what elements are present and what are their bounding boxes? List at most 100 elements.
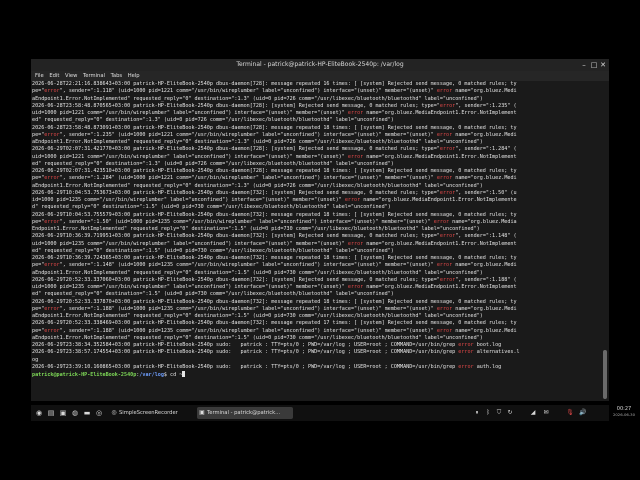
task-icon: ◎ xyxy=(111,409,117,416)
recorder-icon[interactable]: ◎ xyxy=(94,408,104,418)
update-icon[interactable]: ↻ xyxy=(505,408,515,418)
files-icon[interactable]: ▤ xyxy=(46,408,56,418)
terminal-text: name="org.bluez.MediaEndpoint1.Error.Not… xyxy=(363,240,517,247)
menu-help[interactable]: Help xyxy=(128,71,140,81)
terminal-text: 2026-06-29T23:39:10.160865+03:00 patrick… xyxy=(32,363,459,370)
terminal-text: name="org.bluez.Media xyxy=(449,218,517,225)
error-highlight: error xyxy=(436,131,453,138)
terminal-text: ed" requested_reply="0" destination=":1.… xyxy=(32,291,394,298)
menu-edit[interactable]: Edit xyxy=(49,71,59,81)
terminal-line: uid=1000 pid=1235 comm="/usr/bin/wireplu… xyxy=(32,284,602,291)
prompt-user: patrick@patrick-HP-EliteBook-2540p xyxy=(32,372,137,378)
terminal-line: ed" requested_reply="0" destination=":1.… xyxy=(32,291,602,298)
browser-icon[interactable]: ◍ xyxy=(70,408,80,418)
terminal-scrollbar[interactable] xyxy=(601,81,609,401)
terminal-text: name="org.bluez.Medi xyxy=(452,131,517,138)
terminal-text: 2026-06-28T23:58:48.873091+03:00 patrick… xyxy=(32,124,517,131)
error-highlight: error xyxy=(44,175,60,182)
volume-icon[interactable]: 🔊 xyxy=(578,408,588,418)
error-highlight: error xyxy=(436,88,453,95)
error-highlight: error xyxy=(439,233,456,240)
terminal-text: 2026-06-29T20:52:33.337060+03:00 patrick… xyxy=(32,276,440,283)
menu-terminal[interactable]: Terminal xyxy=(83,71,105,81)
error-highlight: error xyxy=(344,197,361,203)
close-button[interactable]: ✕ xyxy=(598,60,608,70)
terminal-line: uid=1000 pid=1235 comm="/usr/bin/wireplu… xyxy=(32,241,602,248)
microphone-icon[interactable]: 🎙 xyxy=(565,408,575,418)
task-simplescreenrecorder[interactable]: ◎ SimpleScreenRecorder xyxy=(109,407,203,419)
terminal-text: uid=1000 pid=1235 comm="/usr/bin/wireplu… xyxy=(32,240,348,247)
menu-icon[interactable]: ◉ xyxy=(34,408,44,418)
terminal-text: 2026-06-29T10:04:53.755579+03:00 patrick… xyxy=(32,211,517,218)
terminal-line: patrick@patrick-HP-EliteBook-2540p:/var/… xyxy=(32,371,602,378)
text-cursor xyxy=(182,371,186,377)
pause-icon[interactable]: ⏸ xyxy=(472,408,482,418)
terminal-text: name="org.bluez.MediaEndpoint1.Error.Not… xyxy=(363,110,517,116)
clock-date: 2026-06-30 xyxy=(612,412,636,417)
terminal-text: 2026-06-29T02:07:31.423510+03:00 patrick… xyxy=(32,168,517,174)
terminal-line: pe="error", sender=":1.118" (uid=1000 pi… xyxy=(32,88,602,95)
terminal-line: 2026-06-28T23:58:48.870565+03:00 patrick… xyxy=(32,103,602,110)
error-highlight: error xyxy=(458,342,474,348)
window-titlebar[interactable]: Terminal - patrick@patrick-HP-EliteBook-… xyxy=(31,59,609,71)
terminal-text: ed" requested_reply="0" destination=":1.… xyxy=(32,247,394,254)
terminal-output[interactable]: 2026-06-28T22:21:16.838643+03:00 patrick… xyxy=(31,81,602,401)
terminal-text: 2026-06-29T10:36:39.719951+03:00 patrick… xyxy=(32,233,440,240)
terminal-text: pe=" xyxy=(32,327,45,334)
terminal-line: uid=1000 pid=1221 comm="/usr/bin/wireplu… xyxy=(32,154,602,161)
terminal-text: pe=" xyxy=(32,262,45,269)
terminal-text: 2026-06-28T23:58:48.870565+03:00 patrick… xyxy=(32,102,440,109)
terminal-line: pe="error", sender=":1.188" (uid=1000 pi… xyxy=(32,306,602,313)
menu-view[interactable]: View xyxy=(65,71,77,81)
terminal-line: 2026-06-29T20:52:33.338469+03:00 patrick… xyxy=(32,320,602,327)
error-highlight: error xyxy=(44,218,60,225)
chat-icon[interactable]: ✉ xyxy=(541,408,551,418)
terminal-line: d" requested_reply="0" destination=":1.5… xyxy=(32,204,602,211)
task-terminal[interactable]: ▣ Terminal - patrick@patrick... xyxy=(197,407,293,419)
terminal-line: aEndpoint1.Error.NotImplemented" request… xyxy=(32,335,602,342)
network-icon[interactable]: ◢ xyxy=(528,408,538,418)
error-highlight: error xyxy=(44,327,60,334)
terminal-line: 2026-06-29T10:04:53.753673+03:00 patrick… xyxy=(32,190,602,197)
terminal-text: ed" requested_reply="0" destination=":1.… xyxy=(32,160,394,167)
error-highlight: error xyxy=(433,218,450,225)
error-highlight: error xyxy=(44,262,60,269)
terminal-text: ", sender=":1.50" (u xyxy=(455,189,517,196)
terminal-text: 2026-06-29T23:38:34.352584+03:00 patrick… xyxy=(32,342,459,348)
terminal-text: ", sender=":1.284" (uid=1000 pid=1221 co… xyxy=(59,175,437,182)
terminal-text: ed" requested_reply="0" destination=":1.… xyxy=(32,117,394,124)
terminal-text: 2026-06-29T20:52:33.337870+03:00 patrick… xyxy=(32,298,517,305)
terminal-line: ed" requested_reply="0" destination=":1.… xyxy=(32,117,602,124)
terminal-text: uid=1000 pid=1221 comm="/usr/bin/wireplu… xyxy=(32,110,348,116)
terminal-text: pe=" xyxy=(32,305,45,312)
terminal-text: pe=" xyxy=(32,218,45,225)
minimize-button[interactable]: – xyxy=(579,60,589,70)
shield-icon[interactable]: ⛉ xyxy=(494,408,504,418)
terminal-text: uid=1000 pid=1235 comm="/usr/bin/wireplu… xyxy=(32,284,348,290)
prompt-path: /var/log xyxy=(139,372,164,378)
error-highlight: error xyxy=(436,327,453,334)
terminal-line: 2026-06-29T10:04:53.755579+03:00 patrick… xyxy=(32,212,602,219)
error-highlight: error xyxy=(44,88,60,95)
taskbar: ◉ ▤ ▣ ◍ ▬ ◎ ◎ SimpleScreenRecorder ▣ Terminal - … xyxy=(31,405,609,421)
terminal-line: ed" requested_reply="0" destination=":1.… xyxy=(32,248,602,255)
terminal-text: ", sender=":1.284" ( xyxy=(455,146,517,153)
folder-icon[interactable]: ▬ xyxy=(82,408,92,418)
clock[interactable]: 00:27 2026-06-30 xyxy=(612,406,636,420)
terminal-text: auth.log xyxy=(473,363,502,370)
terminal-line: 2026-06-28T22:21:16.838643+03:00 patrick… xyxy=(32,81,602,88)
error-highlight: error xyxy=(347,110,364,116)
terminal-launcher-icon[interactable]: ▣ xyxy=(58,408,68,418)
terminal-text: ", sender=":1.148" (uid=1000 pid=1235 co… xyxy=(59,262,437,269)
scrollbar-thumb[interactable] xyxy=(603,350,607,399)
menu-tabs[interactable]: Tabs xyxy=(111,71,122,81)
terminal-line: pe="error", sender=":1.284" (uid=1000 pi… xyxy=(32,175,602,182)
menu-bar: File Edit View Terminal Tabs Help xyxy=(31,71,609,81)
bluetooth-icon[interactable]: ᛒ xyxy=(483,408,493,418)
terminal-text: 2026-06-29T20:52:33.338469+03:00 patrick… xyxy=(32,320,517,327)
terminal-text: aEndpoint1.Error.NotImplemented" request… xyxy=(32,182,483,189)
terminal-text: uid=1000 pid=1221 comm="/usr/bin/wireplu… xyxy=(32,153,348,160)
terminal-text: pe=" xyxy=(32,88,45,95)
terminal-window: Terminal - patrick@patrick-HP-EliteBook-… xyxy=(31,59,609,401)
menu-file[interactable]: File xyxy=(35,71,44,81)
